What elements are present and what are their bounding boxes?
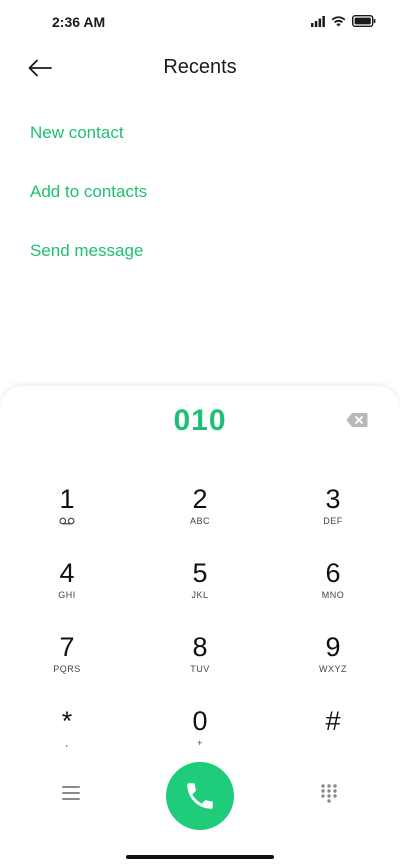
header: Recents bbox=[0, 44, 400, 94]
key-star[interactable]: * , bbox=[7, 706, 127, 766]
key-5[interactable]: 5 JKL bbox=[140, 558, 260, 618]
key-digit: 2 bbox=[192, 484, 208, 514]
dialed-number: 010 bbox=[173, 404, 227, 437]
wifi-icon bbox=[331, 16, 346, 27]
status-bar: 2:36 AM bbox=[0, 0, 400, 44]
key-0[interactable]: 0 + bbox=[140, 706, 260, 766]
page-title: Recents bbox=[163, 56, 237, 78]
dialpad-icon[interactable] bbox=[318, 782, 340, 804]
battery-icon bbox=[352, 15, 376, 27]
phone-icon bbox=[187, 783, 213, 809]
key-letters: DEF bbox=[323, 516, 343, 526]
dialpad-panel: 010 1 2 ABC 3 DEF 4 GHI 5 JKL 6 MNO 7 PQ… bbox=[0, 386, 400, 866]
key-digit: 5 bbox=[192, 558, 208, 588]
key-7[interactable]: 7 PQRS bbox=[7, 632, 127, 692]
add-to-contacts-link[interactable]: Add to contacts bbox=[30, 182, 147, 202]
key-digit: 9 bbox=[325, 632, 341, 662]
key-letters: PQRS bbox=[53, 664, 81, 674]
key-letters: ABC bbox=[189, 516, 210, 526]
key-1[interactable]: 1 bbox=[7, 484, 127, 544]
key-digit: 4 bbox=[59, 558, 75, 588]
key-8[interactable]: 8 TUV bbox=[140, 632, 260, 692]
key-digit: # bbox=[325, 706, 341, 736]
key-digit: 3 bbox=[325, 484, 341, 514]
status-icons bbox=[311, 15, 376, 27]
key-digit: 0 bbox=[192, 706, 208, 736]
key-digit: 6 bbox=[325, 558, 341, 588]
send-message-link[interactable]: Send message bbox=[30, 241, 143, 261]
signal-icon bbox=[311, 15, 325, 27]
key-3[interactable]: 3 DEF bbox=[273, 484, 393, 544]
key-digit: 8 bbox=[192, 632, 208, 662]
key-letters: + bbox=[197, 738, 203, 748]
status-time: 2:36 AM bbox=[52, 14, 106, 30]
key-letters: WXYZ bbox=[319, 664, 347, 674]
key-letters: MNO bbox=[321, 590, 345, 600]
key-digit: 7 bbox=[59, 632, 75, 662]
key-letters: JKL bbox=[191, 590, 209, 600]
voicemail-icon bbox=[59, 517, 75, 525]
key-6[interactable]: 6 MNO bbox=[273, 558, 393, 618]
key-letters: , bbox=[65, 738, 69, 748]
home-indicator[interactable] bbox=[126, 855, 274, 859]
key-digit: 1 bbox=[59, 484, 75, 514]
key-letters: GHI bbox=[58, 590, 76, 600]
menu-icon[interactable] bbox=[58, 782, 84, 804]
key-hash[interactable]: # bbox=[273, 706, 393, 766]
key-2[interactable]: 2 ABC bbox=[140, 484, 260, 544]
key-4[interactable]: 4 GHI bbox=[7, 558, 127, 618]
call-button[interactable] bbox=[166, 762, 234, 830]
new-contact-link[interactable]: New contact bbox=[30, 123, 124, 143]
backspace-icon[interactable] bbox=[346, 412, 368, 428]
key-letters: TUV bbox=[190, 664, 210, 674]
key-9[interactable]: 9 WXYZ bbox=[273, 632, 393, 692]
key-digit: * bbox=[61, 706, 73, 736]
